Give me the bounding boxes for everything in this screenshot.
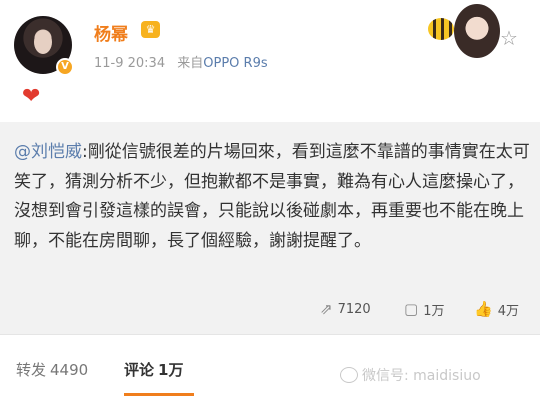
post-header: V 杨幂 ♛ 11-9 20:34 来自OPPO R9s ☆ ❤ (0, 0, 540, 122)
repost-count-value: 7120 (337, 301, 371, 317)
thumbs-up-icon: 👍 (474, 300, 493, 318)
repost-count[interactable]: ⇗ 7120 (320, 294, 371, 324)
tab-comments-label: 评论 (124, 361, 155, 379)
like-count-value: 4万 (497, 303, 519, 319)
wechat-icon (340, 367, 358, 383)
repost-text: @刘恺威:剛從信號很差的片場回來，看到這麼不靠譜的事情實在太可笑了，猜測分析不少… (14, 138, 530, 256)
mention-link[interactable]: @刘恺威 (14, 142, 82, 162)
user-name[interactable]: 杨幂 (94, 20, 128, 45)
tab-bar: 转发 4490 评论 1万 微信号: maidisiuo (0, 334, 540, 403)
verified-badge-icon: V (56, 58, 74, 76)
comment-count[interactable]: ▢ 1万 (404, 294, 444, 324)
repost-card[interactable]: @刘恺威:剛從信號很差的片場回來，看到這麼不靠譜的事情實在太可笑了，猜測分析不少… (0, 122, 540, 334)
watermark-text: 微信号: maidisiuo (362, 368, 481, 384)
comment-icon: ▢ (404, 300, 419, 318)
tab-reposts-label: 转发 (16, 361, 47, 379)
post-source[interactable]: OPPO R9s (203, 56, 267, 71)
tab-comments-count: 1万 (158, 361, 184, 379)
comment-count-value: 1万 (423, 303, 445, 319)
star-icon[interactable]: ☆ (500, 26, 518, 50)
repost-stats: ⇗ 7120 ▢ 1万 👍 4万 (0, 294, 540, 324)
cover-portrait (454, 4, 500, 58)
tab-comments[interactable]: 评论 1万 (124, 359, 183, 380)
heart-icon: ❤ (22, 84, 41, 109)
source-prefix: 来自 (177, 56, 204, 71)
bee-sticker-icon (428, 18, 454, 40)
post-time: 11-9 20:34 (94, 56, 166, 71)
tab-reposts-count: 4490 (50, 361, 89, 379)
like-count[interactable]: 👍 4万 (474, 294, 519, 324)
active-tab-indicator (124, 393, 194, 396)
repost-body: :剛從信號很差的片場回來，看到這麼不靠譜的事情實在太可笑了，猜測分析不少，但抱歉… (14, 142, 530, 251)
watermark: 微信号: maidisiuo (340, 365, 481, 385)
avatar-face (34, 30, 52, 54)
post-meta: 11-9 20:34 来自OPPO R9s (94, 52, 268, 71)
share-icon: ⇗ (320, 300, 333, 318)
member-crown-icon: ♛ (141, 21, 160, 38)
tab-reposts[interactable]: 转发 4490 (16, 359, 88, 380)
